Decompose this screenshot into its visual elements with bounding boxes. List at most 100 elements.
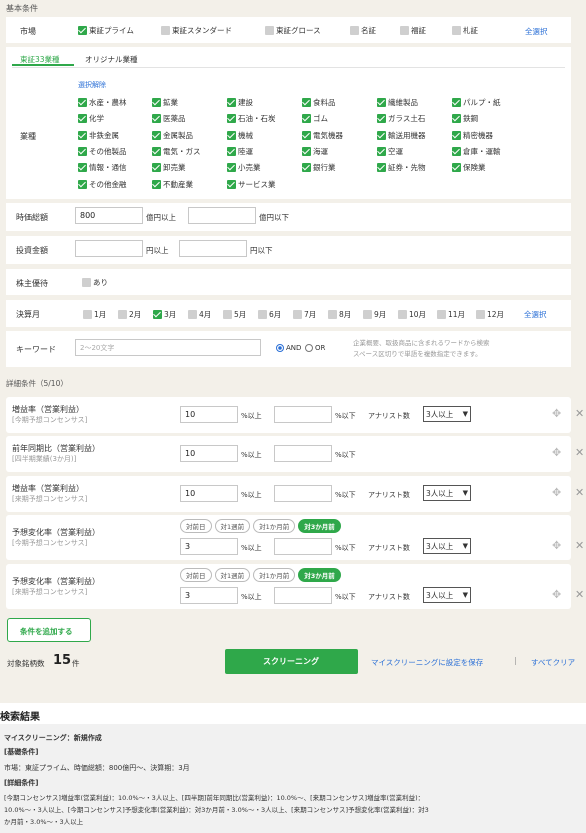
period-pill[interactable]: 対1か月前 — [253, 519, 296, 533]
market-select-all-link[interactable]: 全選択 — [525, 26, 548, 37]
close-icon[interactable]: ✕ — [575, 446, 584, 459]
detail-min-input[interactable]: 10 — [180, 406, 238, 423]
market-option-2[interactable]: 東証グロース — [265, 25, 321, 36]
drag-handle-icon[interactable]: ✥ — [552, 588, 561, 601]
industry-item-9[interactable]: ゴム — [302, 113, 328, 124]
market-option-0[interactable]: 東証プライム — [78, 25, 134, 36]
market-option-5[interactable]: 札証 — [452, 25, 478, 36]
period-pill[interactable]: 対前日 — [180, 519, 212, 533]
clear-all-link[interactable]: すべてクリア — [531, 657, 575, 668]
analyst-count-select[interactable]: 3人以上 ▼ — [423, 538, 471, 554]
industry-item-32[interactable]: サービス業 — [227, 179, 276, 190]
industry-item-17[interactable]: 精密機器 — [452, 130, 493, 141]
industry-item-30[interactable]: その他金融 — [78, 179, 127, 190]
period-pill[interactable]: 対3か月前 — [298, 519, 341, 533]
period-pill[interactable]: 対1か月前 — [253, 568, 296, 582]
month-option-2[interactable]: 3月 — [153, 309, 176, 320]
benefit-checkbox[interactable]: あり — [82, 277, 108, 288]
industry-item-11[interactable]: 鉄鋼 — [452, 113, 478, 124]
industry-item-27[interactable]: 銀行業 — [302, 162, 336, 173]
drag-handle-icon[interactable]: ✥ — [552, 446, 561, 459]
detail-min-input[interactable]: 3 — [180, 538, 238, 555]
investment-min-input[interactable] — [75, 240, 143, 257]
close-icon[interactable]: ✕ — [575, 539, 584, 552]
period-pill[interactable]: 対3か月前 — [298, 568, 341, 582]
detail-min-input[interactable]: 10 — [180, 445, 238, 462]
industry-item-24[interactable]: 情報・通信 — [78, 162, 127, 173]
month-option-7[interactable]: 8月 — [328, 309, 351, 320]
industry-item-6[interactable]: 化学 — [78, 113, 104, 124]
month-option-9[interactable]: 10月 — [398, 309, 426, 320]
industry-item-16[interactable]: 輸送用機器 — [377, 130, 426, 141]
market-cap-min-input[interactable]: 800 — [75, 207, 143, 224]
analyst-count-select[interactable]: 3人以上 ▼ — [423, 587, 471, 603]
industry-item-13[interactable]: 金属製品 — [152, 130, 193, 141]
close-icon[interactable]: ✕ — [575, 486, 584, 499]
detail-max-unit: %以下 — [335, 451, 356, 459]
save-setting-link[interactable]: マイスクリーニングに設定を保存 — [371, 657, 483, 668]
tab-tosho33[interactable]: 東証33業種 — [12, 47, 74, 66]
industry-item-1[interactable]: 鉱業 — [152, 97, 178, 108]
drag-handle-icon[interactable]: ✥ — [552, 486, 561, 499]
detail-max-input[interactable] — [274, 587, 332, 604]
industry-item-14[interactable]: 機械 — [227, 130, 253, 141]
industry-item-12[interactable]: 非鉄金属 — [78, 130, 119, 141]
market-option-4[interactable]: 福証 — [400, 25, 426, 36]
add-condition-button[interactable]: 条件を追加する — [7, 618, 91, 642]
month-option-0[interactable]: 1月 — [83, 309, 106, 320]
detail-max-input[interactable] — [274, 538, 332, 555]
market-option-3[interactable]: 名証 — [350, 25, 376, 36]
market-cap-max-input[interactable] — [188, 207, 256, 224]
industry-item-19[interactable]: 電気・ガス — [152, 146, 201, 157]
industry-item-21[interactable]: 海運 — [302, 146, 328, 157]
month-option-6[interactable]: 7月 — [293, 309, 316, 320]
period-pill[interactable]: 対1週前 — [214, 519, 251, 533]
month-option-4[interactable]: 5月 — [223, 309, 246, 320]
close-icon[interactable]: ✕ — [575, 407, 584, 420]
drag-handle-icon[interactable]: ✥ — [552, 539, 561, 552]
industry-item-23[interactable]: 倉庫・運輸 — [452, 146, 501, 157]
industry-item-3[interactable]: 食料品 — [302, 97, 336, 108]
screening-button[interactable]: スクリーニング — [225, 649, 358, 674]
detail-min-input[interactable]: 10 — [180, 485, 238, 502]
industry-item-2[interactable]: 建設 — [227, 97, 253, 108]
investment-max-input[interactable] — [179, 240, 247, 257]
analyst-count-select[interactable]: 3人以上 ▼ — [423, 406, 471, 422]
industry-item-5[interactable]: パルプ・紙 — [452, 97, 501, 108]
industry-item-18[interactable]: その他製品 — [78, 146, 127, 157]
detail-max-input[interactable] — [274, 445, 332, 462]
industry-item-20[interactable]: 陸運 — [227, 146, 253, 157]
industry-item-8[interactable]: 石油・石炭 — [227, 113, 276, 124]
market-option-1[interactable]: 東証スタンダード — [161, 25, 232, 36]
industry-item-0[interactable]: 水産・農林 — [78, 97, 127, 108]
industry-item-28[interactable]: 証券・先物 — [377, 162, 426, 173]
drag-handle-icon[interactable]: ✥ — [552, 407, 561, 420]
fiscal-month-select-all-link[interactable]: 全選択 — [524, 309, 547, 320]
industry-item-7[interactable]: 医薬品 — [152, 113, 186, 124]
keyword-and-radio[interactable]: AND — [276, 344, 301, 352]
month-option-11[interactable]: 12月 — [476, 309, 504, 320]
period-pill[interactable]: 対1週前 — [214, 568, 251, 582]
detail-max-input[interactable] — [274, 406, 332, 423]
industry-item-31[interactable]: 不動産業 — [152, 179, 193, 190]
industry-item-4[interactable]: 繊維製品 — [377, 97, 418, 108]
keyword-or-radio[interactable]: OR — [305, 344, 325, 352]
close-icon[interactable]: ✕ — [575, 588, 584, 601]
industry-deselect-link[interactable]: 選択解除 — [78, 80, 106, 90]
industry-item-29[interactable]: 保険業 — [452, 162, 486, 173]
month-option-8[interactable]: 9月 — [363, 309, 386, 320]
industry-item-26[interactable]: 小売業 — [227, 162, 261, 173]
detail-max-input[interactable] — [274, 485, 332, 502]
industry-item-25[interactable]: 卸売業 — [152, 162, 186, 173]
detail-min-input[interactable]: 3 — [180, 587, 238, 604]
keyword-input[interactable]: 2～20文字 — [75, 339, 261, 356]
month-option-3[interactable]: 4月 — [188, 309, 211, 320]
month-option-5[interactable]: 6月 — [258, 309, 281, 320]
industry-item-10[interactable]: ガラス土石 — [377, 113, 425, 124]
month-option-1[interactable]: 2月 — [118, 309, 141, 320]
period-pill[interactable]: 対前日 — [180, 568, 212, 582]
industry-item-15[interactable]: 電気機器 — [302, 130, 343, 141]
analyst-count-select[interactable]: 3人以上 ▼ — [423, 485, 471, 501]
industry-item-22[interactable]: 空運 — [377, 146, 403, 157]
month-option-10[interactable]: 11月 — [437, 309, 465, 320]
